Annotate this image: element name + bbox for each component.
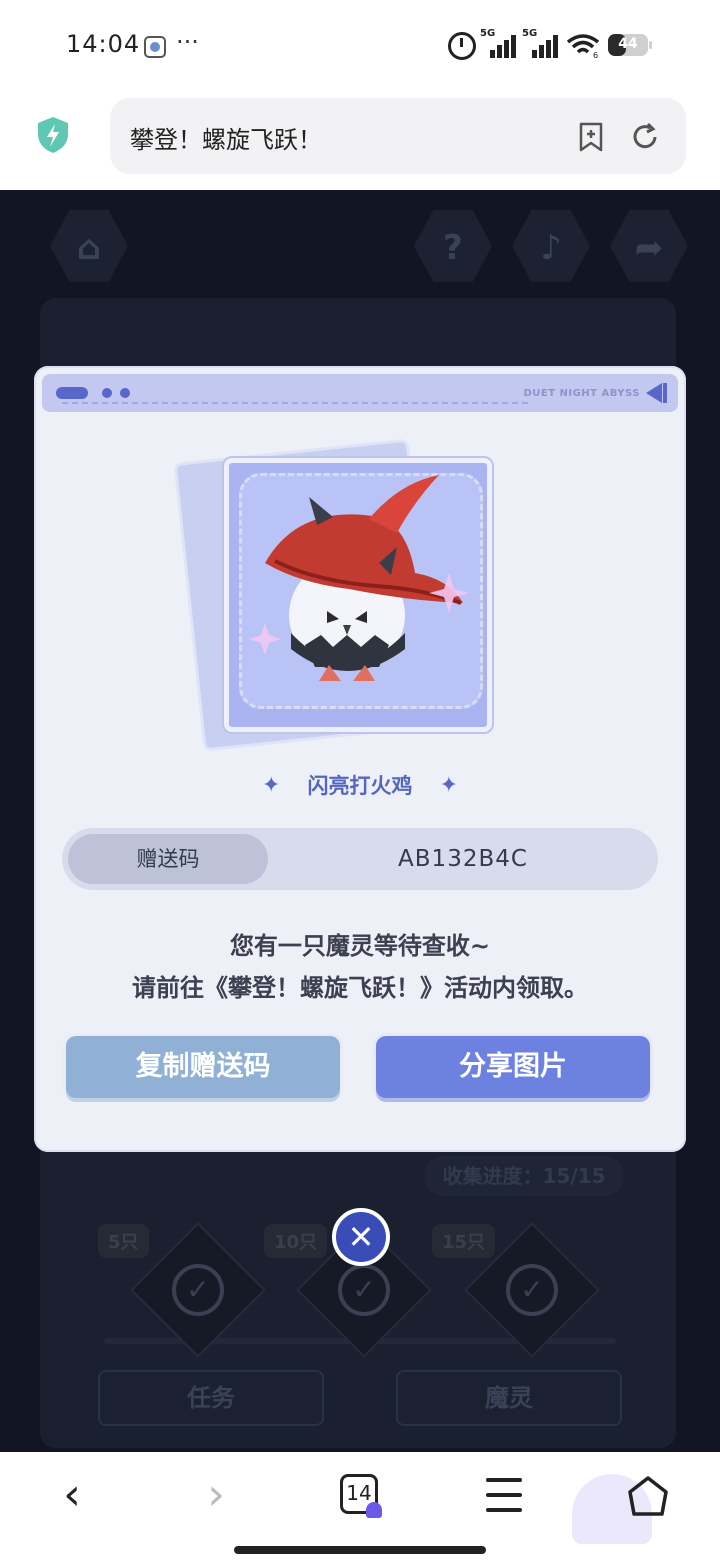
help-hex-button[interactable]: ? bbox=[414, 210, 492, 282]
close-icon: ✕ bbox=[347, 1218, 375, 1256]
copy-gift-code-button[interactable]: 复制赠送码 bbox=[66, 1036, 340, 1098]
wifi-label: 6 bbox=[593, 51, 598, 58]
sparkle-icon: ✦ bbox=[261, 772, 281, 798]
battery-indicator: 44 bbox=[608, 34, 652, 56]
pet-name-row: ✦ 闪亮打火鸡 ✦ bbox=[34, 770, 686, 800]
signal-2-icon: 5G bbox=[522, 28, 562, 60]
close-modal-button[interactable]: ✕ bbox=[332, 1208, 390, 1266]
home-indicator[interactable] bbox=[234, 1546, 486, 1554]
milestone-1[interactable]: ✓ 5只 bbox=[98, 1222, 266, 1358]
sparkle-icon: ✦ bbox=[439, 772, 459, 798]
menu-icon[interactable] bbox=[486, 1478, 522, 1512]
music-icon: ♪ bbox=[540, 228, 562, 268]
message-line-1: 您有一只魔灵等待查收~ bbox=[229, 932, 491, 960]
gift-code-label: 赠送码 bbox=[68, 834, 268, 884]
gift-code-row: 赠送码 AB132B4C bbox=[62, 828, 658, 890]
reload-icon[interactable] bbox=[630, 122, 660, 152]
home-icon: ⌂ bbox=[76, 228, 102, 268]
pet-card bbox=[224, 458, 492, 732]
check-icon: ✓ bbox=[506, 1264, 558, 1316]
tab-count: 14 bbox=[346, 1481, 372, 1505]
browser-bottom-nav: ‹ › 14 bbox=[0, 1452, 720, 1567]
pet-name: 闪亮打火鸡 bbox=[307, 774, 413, 798]
check-icon: ✓ bbox=[172, 1264, 224, 1316]
milestone-3[interactable]: ✓ 15只 bbox=[432, 1222, 600, 1358]
collection-progress: 收集进度：15/15 bbox=[424, 1156, 624, 1196]
milestone-label: 10只 bbox=[264, 1224, 328, 1258]
ghost-badge-icon bbox=[366, 1502, 382, 1518]
signal-1-label: 5G bbox=[480, 28, 496, 39]
tab-spirits[interactable]: 魔灵 bbox=[396, 1370, 622, 1426]
browser-address-row: 攀登！螺旋飞跃！ bbox=[0, 92, 720, 190]
milestone-label: 15只 bbox=[432, 1224, 496, 1258]
modal-header: DUET NIGHT ABYSS bbox=[42, 374, 678, 412]
security-shield-icon[interactable] bbox=[36, 116, 70, 154]
home-nav-icon[interactable] bbox=[626, 1474, 670, 1518]
milestone-label: 5只 bbox=[98, 1224, 149, 1258]
more-notifications-icon: ··· bbox=[176, 28, 199, 56]
help-icon: ? bbox=[443, 228, 463, 268]
pet-illustration bbox=[249, 475, 469, 681]
share-icon: ➦ bbox=[634, 228, 664, 268]
tab-tasks[interactable]: 任务 bbox=[98, 1370, 324, 1426]
check-icon: ✓ bbox=[338, 1264, 390, 1316]
collapse-icon bbox=[646, 383, 667, 403]
message-line-2: 请前往《攀登！螺旋飞跃！》活动内领取。 bbox=[132, 974, 588, 1002]
status-bar: 14:04 ··· 5G 5G 6 44 bbox=[0, 0, 720, 92]
add-bookmark-icon[interactable] bbox=[578, 122, 604, 152]
wifi-icon: 6 bbox=[566, 34, 600, 58]
gift-code-value: AB132B4C bbox=[398, 846, 528, 872]
share-image-button[interactable]: 分享图片 bbox=[376, 1036, 650, 1098]
signal-2-label: 5G bbox=[522, 28, 538, 39]
brand-label: DUET NIGHT ABYSS bbox=[523, 388, 640, 399]
battery-level: 44 bbox=[618, 36, 638, 52]
music-hex-button[interactable]: ♪ bbox=[512, 210, 590, 282]
gift-code-modal: DUET NIGHT ABYSS ✦ 闪亮打火鸡 ✦ 赠送码 AB132B4C … bbox=[34, 366, 686, 1152]
signal-1-icon: 5G bbox=[480, 28, 520, 60]
forward-icon[interactable]: › bbox=[186, 1470, 246, 1520]
back-icon[interactable]: ‹ bbox=[42, 1470, 102, 1520]
status-time: 14:04 bbox=[66, 30, 141, 58]
home-hex-button[interactable]: ⌂ bbox=[50, 210, 128, 282]
share-hex-button[interactable]: ➦ bbox=[610, 210, 688, 282]
address-bar[interactable]: 攀登！螺旋飞跃！ bbox=[110, 98, 686, 174]
alarm-icon bbox=[448, 32, 476, 60]
camera-indicator-icon bbox=[144, 36, 166, 58]
page-title: 攀登！螺旋飞跃！ bbox=[130, 126, 322, 154]
